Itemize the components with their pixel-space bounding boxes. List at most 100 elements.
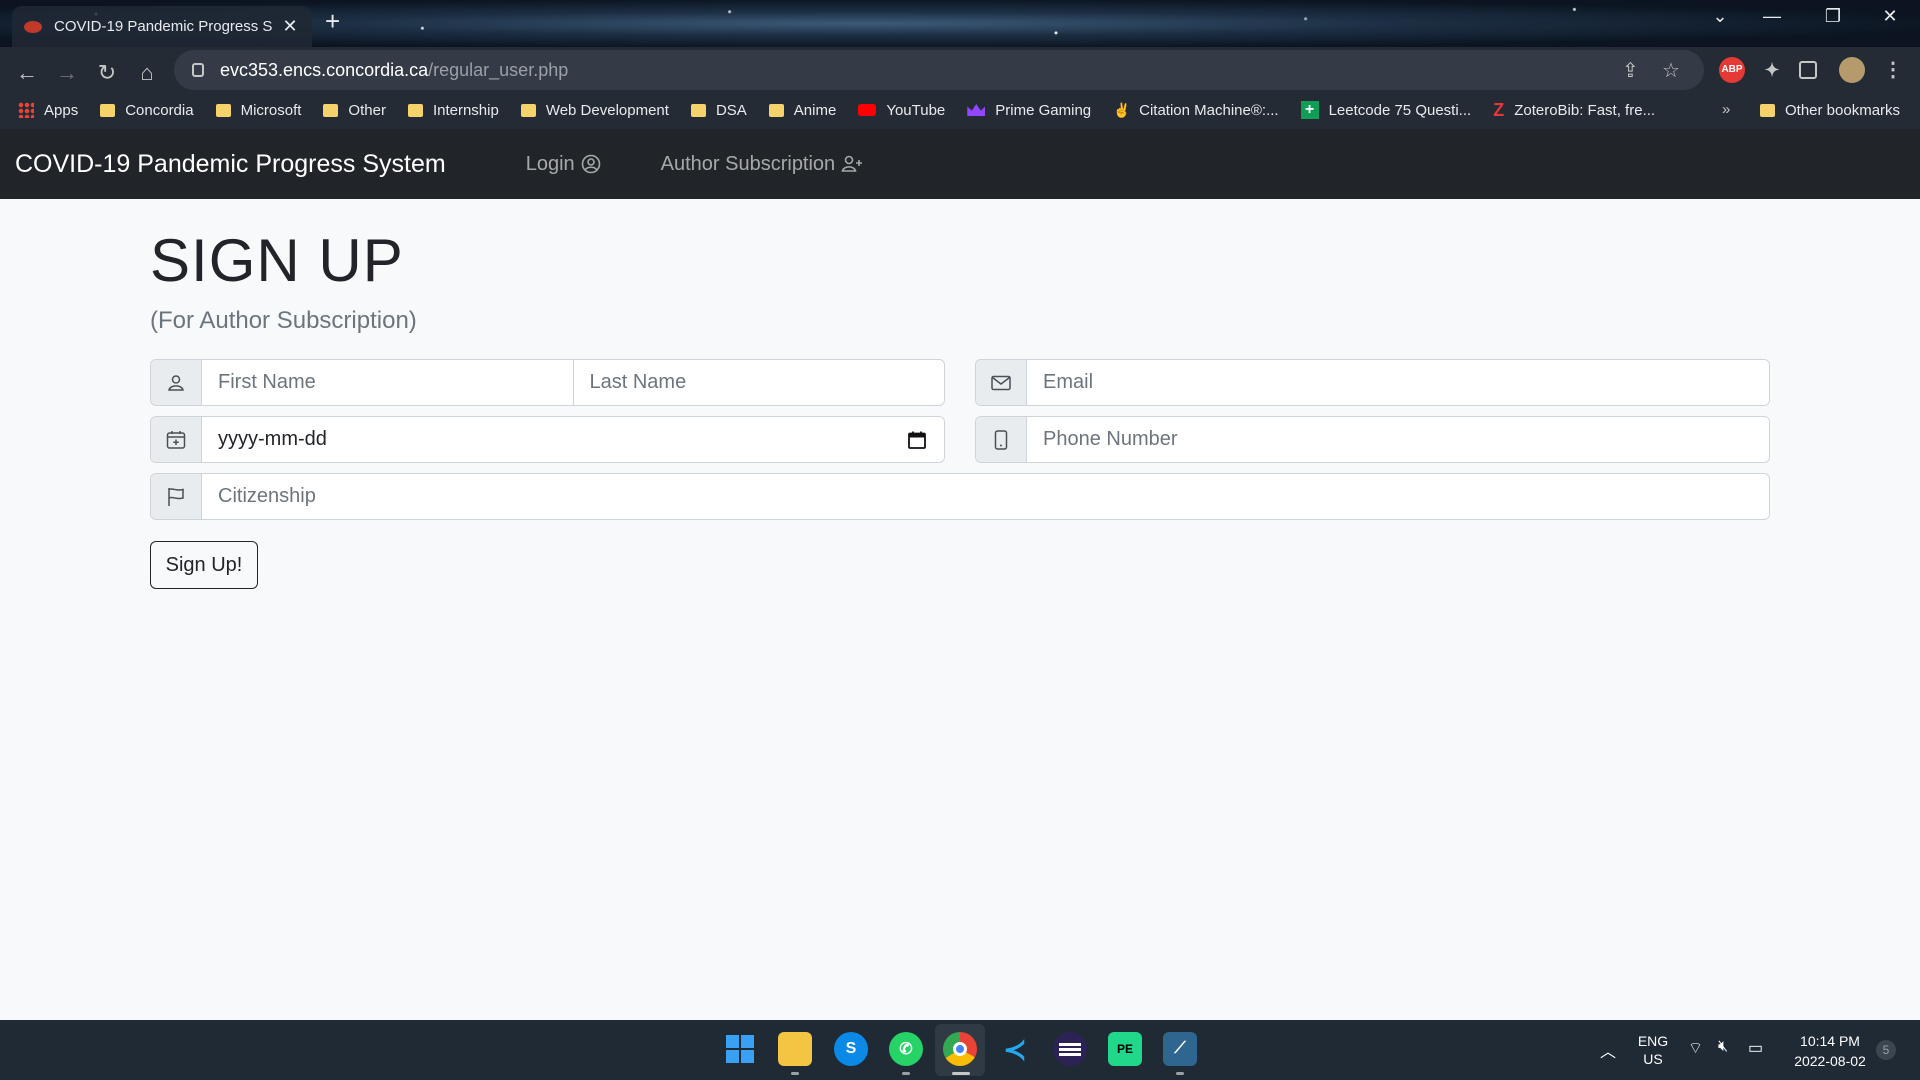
pycharm-icon[interactable]: PE [1108, 1032, 1142, 1066]
speaker-muted-icon[interactable]: 🔇︎ [1718, 1038, 1728, 1056]
zotero-icon: Z [1493, 99, 1505, 120]
bookmark-folder-web-development[interactable]: Web Development [520, 102, 669, 119]
first-name-input[interactable]: First Name [202, 360, 573, 405]
bookmark-citation-machine[interactable]: ✌ Citation Machine®:... [1113, 102, 1278, 119]
sign-up-button[interactable]: Sign Up! [150, 541, 258, 589]
tab-search-icon[interactable]: ⌄ [1700, 6, 1740, 27]
phone-input-group: Phone Number [975, 416, 1770, 463]
bookmark-folder-concordia[interactable]: Concordia [100, 102, 194, 119]
restore-icon[interactable]: ❐ [1813, 6, 1853, 27]
file-explorer-icon[interactable] [778, 1032, 812, 1066]
notification-badge[interactable]: 5 [1876, 1040, 1896, 1060]
chrome-icon[interactable] [943, 1032, 977, 1066]
crown-icon [967, 104, 986, 116]
folder-icon [100, 103, 116, 117]
share-icon[interactable]: ⇪ [1622, 58, 1639, 83]
bookmark-other-bookmarks[interactable]: Other bookmarks [1760, 90, 1900, 130]
calendar-plus-icon-addon [151, 417, 202, 462]
back-icon[interactable]: ← [9, 55, 45, 91]
browser-tab-strip: COVID-19 Pandemic Progress Sy ✕ + ⌄ — ❐ … [0, 0, 1920, 47]
mobile-phone-icon [994, 429, 1008, 450]
bookmark-youtube[interactable]: YouTube [858, 102, 945, 119]
minimize-icon[interactable]: — [1752, 6, 1792, 27]
user-circle-icon [581, 154, 600, 174]
flag-icon [168, 487, 184, 506]
battery-charging-icon[interactable]: ▭ [1748, 1038, 1763, 1058]
window-close-icon[interactable]: ✕ [1870, 6, 1910, 27]
folder-icon [407, 103, 423, 117]
running-indicator [791, 1072, 799, 1075]
email-input-group: Email [975, 359, 1770, 406]
site-navbar: COVID-19 Pandemic Progress System Login … [0, 129, 1920, 199]
envelope-icon [991, 375, 1011, 390]
date-of-birth-input[interactable]: yyyy-mm-dd [202, 417, 944, 462]
running-indicator [902, 1072, 910, 1075]
phone-icon-addon [976, 417, 1027, 462]
calendar-plus-icon [166, 430, 186, 449]
bookmark-folder-dsa[interactable]: DSA [690, 102, 747, 119]
phone-number-input[interactable]: Phone Number [1027, 417, 1769, 462]
start-icon[interactable] [723, 1032, 757, 1066]
folder-icon [215, 103, 231, 117]
windows-taskbar: S ✆ ≺ PE ⟋ ︿ ENG US ⌔ 🔇︎ ▭ 10:14 PM 2022… [0, 1020, 1920, 1080]
lock-icon [192, 63, 204, 77]
tray-overflow-chevron-icon[interactable]: ︿ [1600, 1038, 1616, 1062]
bookmark-prime-gaming[interactable]: Prime Gaming [967, 102, 1091, 119]
wifi-icon[interactable]: ⌔ [1688, 1038, 1703, 1058]
forward-icon[interactable]: → [49, 55, 85, 91]
extensions-puzzle-icon[interactable]: ✦ [1759, 57, 1785, 83]
tab-close-icon[interactable]: ✕ [280, 16, 300, 37]
name-input-group: First Name Last Name [150, 359, 945, 406]
whatsapp-icon[interactable]: ✆ [889, 1032, 923, 1066]
more-bookmarks-chevron-icon[interactable]: » [1722, 90, 1730, 130]
adblock-plus-icon[interactable]: ABP [1719, 57, 1745, 83]
nav-author-subscription-link[interactable]: Author Subscription [661, 153, 864, 176]
side-panel-icon[interactable] [1799, 61, 1817, 79]
bookmark-star-icon[interactable]: ☆ [1662, 58, 1680, 83]
url-host: evc353.encs.concordia.ca [220, 59, 429, 80]
system-clock[interactable]: 10:14 PM 2022-08-02 [1785, 1031, 1875, 1071]
flag-icon-addon [151, 474, 202, 519]
address-bar[interactable]: evc353.encs.concordia.ca/regular_user.ph… [174, 50, 1704, 90]
person-icon [168, 374, 184, 391]
home-icon[interactable]: ⌂ [129, 55, 165, 91]
bookmarks-bar: Apps Concordia Microsoft Other Internshi… [0, 90, 1920, 130]
page-title: SIGN UP [150, 227, 404, 294]
active-indicator [952, 1072, 970, 1075]
email-input[interactable]: Email [1027, 360, 1769, 405]
new-tab-icon[interactable]: + [325, 8, 340, 34]
folder-icon [690, 103, 706, 117]
browser-tab[interactable]: COVID-19 Pandemic Progress Sy ✕ [12, 6, 312, 47]
vscode-icon[interactable]: ≺ [998, 1032, 1032, 1066]
skype-icon[interactable]: S [834, 1032, 868, 1066]
profile-avatar[interactable] [1839, 57, 1865, 83]
bookmark-folder-anime[interactable]: Anime [768, 102, 836, 119]
date-input-group: yyyy-mm-dd [150, 416, 945, 463]
last-name-input[interactable]: Last Name [572, 360, 944, 405]
mysql-workbench-icon[interactable]: ⟋ [1163, 1032, 1197, 1066]
running-indicator [1176, 1072, 1184, 1075]
envelope-icon-addon [976, 360, 1027, 405]
kebab-menu-icon[interactable]: ⋮ [1880, 57, 1906, 83]
navbar-brand[interactable]: COVID-19 Pandemic Progress System [15, 150, 446, 179]
folder-icon [323, 103, 339, 117]
youtube-icon [858, 104, 877, 116]
apps-grid-icon [18, 102, 34, 118]
input-language-indicator[interactable]: ENG US [1636, 1032, 1670, 1068]
bookmark-folder-microsoft[interactable]: Microsoft [215, 102, 301, 119]
folder-icon [520, 103, 536, 117]
url-path: /regular_user.php [428, 59, 569, 80]
bookmark-apps[interactable]: Apps [18, 102, 78, 119]
site-favicon-icon [24, 20, 42, 33]
reload-icon[interactable]: ↻ [89, 55, 125, 91]
citizenship-input[interactable]: Citizenship [202, 474, 1769, 519]
citation-icon: ✌ [1113, 102, 1131, 118]
bookmark-zoterobib[interactable]: Z ZoteroBib: Fast, fre... [1493, 100, 1655, 121]
tab-title: COVID-19 Pandemic Progress Sy [54, 18, 272, 35]
eclipse-icon[interactable] [1053, 1032, 1087, 1066]
nav-login-link[interactable]: Login [526, 153, 601, 176]
bookmark-leetcode[interactable]: + Leetcode 75 Questi... [1300, 101, 1471, 119]
bookmark-folder-other[interactable]: Other [323, 102, 386, 119]
bookmark-folder-internship[interactable]: Internship [407, 102, 499, 119]
calendar-picker-icon[interactable] [908, 431, 926, 449]
